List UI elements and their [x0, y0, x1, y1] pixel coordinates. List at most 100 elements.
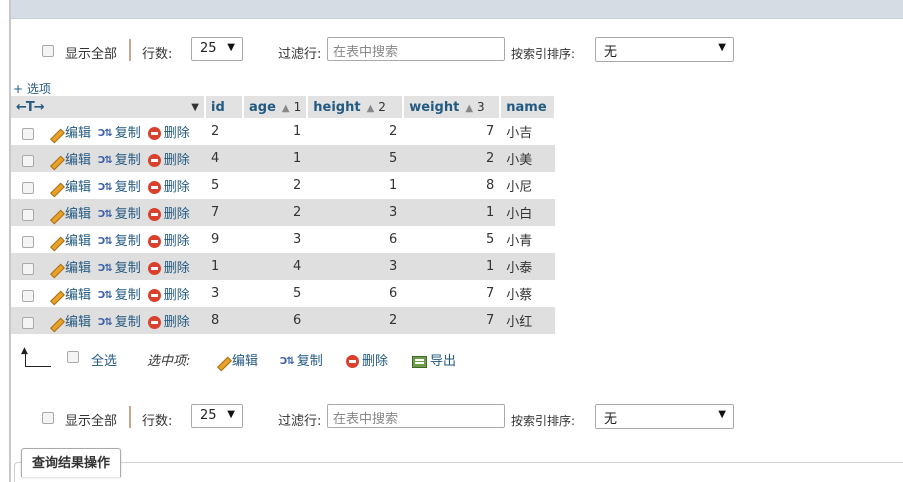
cell-age[interactable]: 4 — [243, 253, 308, 280]
cell-id[interactable]: 3 — [205, 280, 243, 307]
cell-age[interactable]: 3 — [243, 226, 308, 253]
delete-button[interactable]: 删除 — [147, 311, 190, 330]
copy-button[interactable]: Ↄ⇅ 复制 — [98, 149, 141, 168]
column-header-name[interactable]: name — [500, 96, 557, 118]
cell-id[interactable]: 2 — [205, 118, 243, 145]
select-all-link[interactable]: 全选 — [91, 350, 117, 369]
select-all-checkbox[interactable] — [67, 351, 79, 363]
cell-name[interactable]: 小美 — [500, 145, 556, 172]
edit-button[interactable]: 编辑 — [48, 230, 91, 249]
show-all-label[interactable]: 显示全部 — [65, 410, 117, 429]
cell-age[interactable]: 1 — [243, 145, 308, 172]
cell-age[interactable]: 2 — [243, 172, 308, 199]
edit-button[interactable]: 编辑 — [48, 311, 91, 330]
show-all-label[interactable]: 显示全部 — [65, 43, 117, 62]
copy-button[interactable]: Ↄ⇅ 复制 — [98, 230, 141, 249]
cell-name[interactable]: 小蔡 — [500, 280, 556, 307]
cell-weight[interactable]: 5 — [403, 226, 501, 253]
row-checkbox[interactable] — [22, 262, 34, 275]
table-body: 编辑 Ↄ⇅ 复制 删除 2 1 2 7 小吉 编辑 Ↄ⇅ 复制 删除 4 1 5 2 小美 编辑 Ↄ⇅ 复制 删除 5 2 1 8… — [11, 118, 556, 334]
cell-weight[interactable]: 7 — [403, 307, 501, 334]
column-header-weight[interactable]: weight ▲ 3 — [403, 96, 502, 118]
cell-weight[interactable]: 7 — [403, 118, 501, 145]
column-arrows-icon[interactable]: ←T→ — [16, 100, 45, 115]
edit-button[interactable]: 编辑 — [48, 149, 91, 168]
cell-weight[interactable]: 2 — [403, 145, 501, 172]
cell-weight[interactable]: 1 — [403, 253, 501, 280]
edit-button[interactable]: 编辑 — [48, 122, 91, 141]
bulk-export-button[interactable]: 导出 — [412, 350, 456, 369]
row-checkbox[interactable] — [22, 127, 34, 140]
cell-height[interactable]: 3 — [307, 199, 404, 226]
cell-id[interactable]: 4 — [205, 145, 243, 172]
delete-button[interactable]: 删除 — [147, 257, 190, 276]
cell-weight[interactable]: 1 — [403, 199, 501, 226]
cell-height[interactable]: 5 — [307, 145, 404, 172]
column-header-id[interactable]: id — [205, 96, 244, 118]
delete-button[interactable]: 删除 — [147, 149, 190, 168]
row-checkbox[interactable] — [22, 289, 34, 302]
cell-height[interactable]: 2 — [307, 307, 404, 334]
sort-by-key-select[interactable]: 无 ▼ — [595, 404, 734, 429]
row-checkbox[interactable] — [22, 208, 34, 221]
options-link[interactable]: + 选项 — [13, 80, 51, 97]
show-all-checkbox[interactable] — [42, 412, 54, 424]
edit-button[interactable]: 编辑 — [48, 203, 91, 222]
delete-button[interactable]: 删除 — [147, 284, 190, 303]
cell-id[interactable]: 1 — [205, 253, 243, 280]
cell-height[interactable]: 6 — [307, 280, 404, 307]
column-filter-icon[interactable]: ▼ — [191, 102, 199, 113]
rows-select[interactable]: 25 ▼ — [191, 37, 243, 61]
cell-name[interactable]: 小红 — [500, 307, 556, 334]
cell-id[interactable]: 8 — [205, 307, 243, 334]
row-checkbox[interactable] — [22, 154, 34, 167]
bulk-edit-button[interactable]: 编辑 — [215, 350, 258, 369]
copy-button[interactable]: Ↄ⇅ 复制 — [98, 122, 141, 141]
cell-age[interactable]: 2 — [243, 199, 308, 226]
copy-button[interactable]: Ↄ⇅ 复制 — [98, 311, 141, 330]
cell-height[interactable]: 2 — [307, 118, 404, 145]
cell-name[interactable]: 小青 — [500, 226, 556, 253]
cell-height[interactable]: 6 — [307, 226, 404, 253]
cell-name[interactable]: 小尼 — [500, 172, 556, 199]
cell-name[interactable]: 小吉 — [500, 118, 556, 145]
delete-button[interactable]: 删除 — [147, 122, 190, 141]
cell-age[interactable]: 5 — [243, 280, 308, 307]
delete-button[interactable]: 删除 — [147, 230, 190, 249]
bulk-delete-button[interactable]: 删除 — [346, 350, 388, 369]
cell-name[interactable]: 小泰 — [500, 253, 556, 280]
filter-input[interactable]: 在表中搜索 — [327, 37, 505, 61]
show-all-checkbox[interactable] — [42, 45, 54, 57]
sort-by-key-select[interactable]: 无 ▼ — [595, 37, 734, 62]
cell-id[interactable]: 7 — [205, 199, 243, 226]
cell-name[interactable]: 小白 — [500, 199, 556, 226]
edit-label: 编辑 — [65, 234, 92, 249]
rows-select[interactable]: 25 ▼ — [191, 404, 243, 428]
edit-button[interactable]: 编辑 — [48, 176, 91, 195]
cell-height[interactable]: 1 — [307, 172, 404, 199]
cell-id[interactable]: 5 — [205, 172, 243, 199]
column-header-height[interactable]: height ▲ 2 — [307, 96, 405, 118]
dropdown-arrow-icon: ▼ — [718, 42, 726, 53]
delete-button[interactable]: 删除 — [147, 203, 190, 222]
delete-button[interactable]: 删除 — [147, 176, 190, 195]
edit-button[interactable]: 编辑 — [48, 257, 91, 276]
row-checkbox[interactable] — [22, 235, 34, 248]
cell-weight[interactable]: 7 — [403, 280, 501, 307]
copy-button[interactable]: Ↄ⇅ 复制 — [98, 176, 141, 195]
edit-button[interactable]: 编辑 — [48, 284, 91, 303]
query-results-operations-tab[interactable]: 查询结果操作 — [21, 448, 122, 477]
copy-button[interactable]: Ↄ⇅ 复制 — [98, 257, 141, 276]
cell-height[interactable]: 3 — [307, 253, 404, 280]
filter-input[interactable]: 在表中搜索 — [327, 404, 505, 428]
row-checkbox[interactable] — [22, 181, 34, 194]
cell-age[interactable]: 6 — [243, 307, 308, 334]
row-checkbox[interactable] — [22, 316, 34, 329]
bulk-copy-button[interactable]: Ↄ⇅ 复制 — [280, 350, 323, 369]
copy-button[interactable]: Ↄ⇅ 复制 — [98, 284, 141, 303]
column-header-age[interactable]: age ▲ 1 — [243, 96, 309, 118]
cell-weight[interactable]: 8 — [403, 172, 501, 199]
cell-age[interactable]: 1 — [243, 118, 308, 145]
copy-button[interactable]: Ↄ⇅ 复制 — [98, 203, 141, 222]
cell-id[interactable]: 9 — [205, 226, 243, 253]
